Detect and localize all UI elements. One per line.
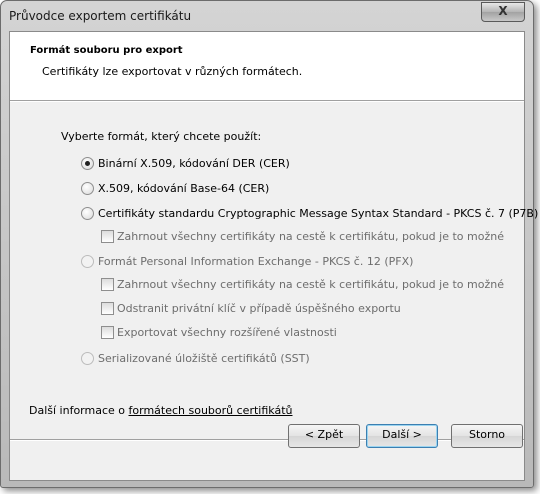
window-title: Průvodce exportem certifikátu bbox=[9, 9, 192, 23]
checkbox-pfx-include-all-label[interactable]: Zahrnout všechny certifikáty na cestě k … bbox=[117, 278, 504, 291]
cancel-button[interactable]: Storno bbox=[451, 424, 523, 448]
option-pfx-label[interactable]: Formát Personal Information Exchange - P… bbox=[98, 255, 413, 268]
format-prompt: Vyberte formát, který chcete použít: bbox=[61, 130, 262, 143]
back-button[interactable]: < Zpět bbox=[288, 424, 360, 448]
option-base64-label[interactable]: X.509, kódování Base-64 (CER) bbox=[98, 182, 269, 195]
option-der-label[interactable]: Binární X.509, kódování DER (CER) bbox=[98, 157, 290, 170]
title-bar: Průvodce exportem certifikátu X bbox=[1, 1, 533, 31]
close-button[interactable]: X bbox=[481, 2, 525, 22]
wizard-window: Průvodce exportem certifikátu X Formát s… bbox=[0, 0, 538, 488]
radio-der[interactable] bbox=[81, 157, 94, 170]
page-subtitle: Certifikáty lze exportovat v různých for… bbox=[42, 65, 303, 78]
radio-base64[interactable] bbox=[81, 182, 94, 195]
footer-divider bbox=[10, 439, 524, 441]
more-info-text: Další informace o formátech souborů cert… bbox=[29, 404, 292, 417]
checkbox-p7b-include-all-label[interactable]: Zahrnout všechny certifikáty na cestě k … bbox=[117, 230, 504, 243]
checkbox-pfx-delete-key[interactable] bbox=[101, 302, 114, 315]
more-info-prefix: Další informace o bbox=[29, 404, 129, 417]
page-title: Formát souboru pro export bbox=[30, 45, 183, 56]
next-button[interactable]: Další > bbox=[366, 424, 438, 448]
more-info-link[interactable]: formátech souborů certifikátů bbox=[129, 404, 293, 417]
wizard-header: Formát souboru pro export Certifikáty lz… bbox=[10, 32, 524, 100]
checkbox-pfx-include-all[interactable] bbox=[101, 278, 114, 291]
checkbox-pfx-export-props[interactable] bbox=[101, 326, 114, 339]
radio-p7b[interactable] bbox=[81, 207, 94, 220]
close-icon: X bbox=[498, 4, 508, 18]
header-divider bbox=[10, 100, 524, 102]
radio-pfx[interactable] bbox=[81, 255, 94, 268]
wizard-body: Formát souboru pro export Certifikáty lz… bbox=[9, 31, 538, 481]
checkbox-p7b-include-all[interactable] bbox=[101, 230, 114, 243]
option-sst-label[interactable]: Serializované úložiště certifikátů (SST) bbox=[98, 352, 310, 365]
checkbox-pfx-delete-key-label[interactable]: Odstranit privátní klíč v případě úspěšn… bbox=[117, 302, 401, 315]
option-p7b-label[interactable]: Certifikáty standardu Cryptographic Mess… bbox=[98, 207, 538, 220]
radio-sst[interactable] bbox=[81, 352, 94, 365]
checkbox-pfx-export-props-label[interactable]: Exportovat všechny rozšířené vlastnosti bbox=[117, 326, 337, 339]
